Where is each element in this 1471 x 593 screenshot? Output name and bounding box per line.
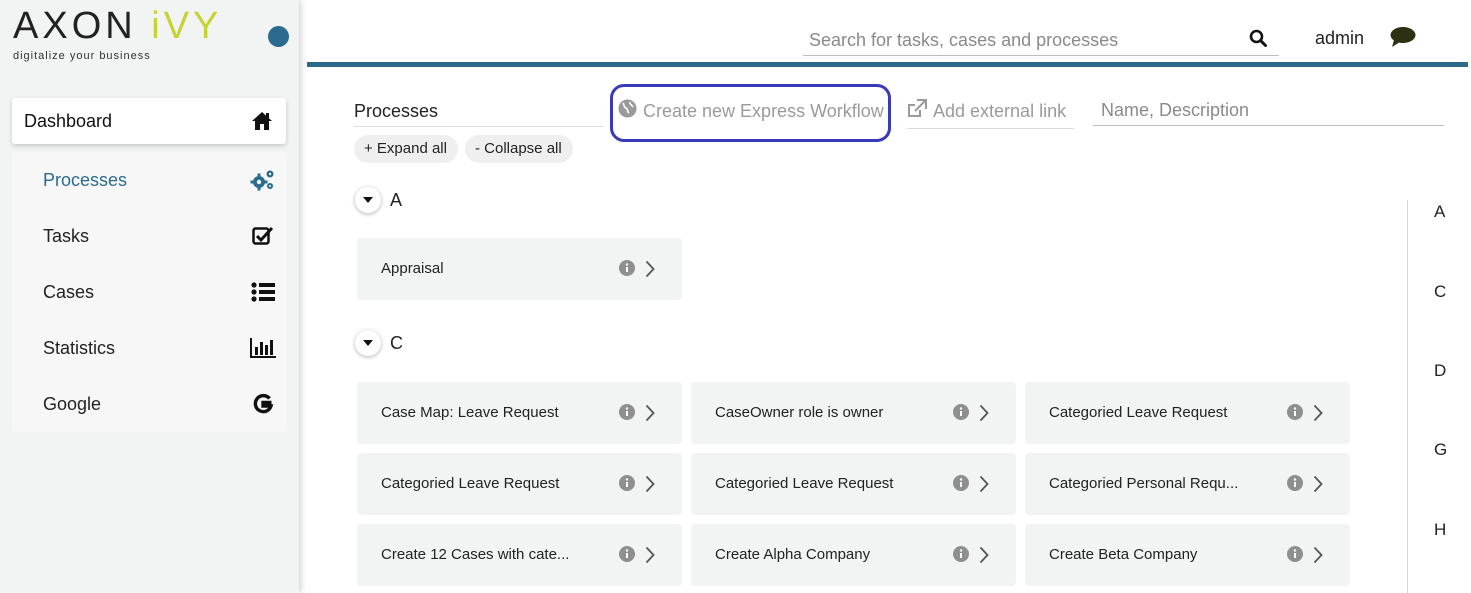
chevron-right-icon[interactable] — [979, 546, 989, 569]
chevron-right-icon[interactable] — [645, 546, 655, 569]
process-name: Categoried Leave Request — [715, 475, 894, 492]
chevron-right-icon[interactable] — [645, 475, 655, 498]
process-name: Create Beta Company — [1049, 546, 1198, 563]
chevron-right-icon[interactable] — [1313, 546, 1323, 569]
process-card[interactable]: Case Map: Leave Request — [357, 382, 682, 444]
index-letter-a[interactable]: A — [1434, 202, 1445, 222]
sidebar-item-label: Statistics — [43, 338, 116, 358]
highlight-annotation — [610, 84, 891, 142]
process-card[interactable]: Categoried Leave Request — [357, 453, 682, 515]
index-letter-g[interactable]: G — [1434, 440, 1447, 460]
process-card[interactable]: Categoried Personal Requ... — [1025, 453, 1350, 515]
header-divider — [307, 62, 1468, 67]
sidebar-item-tasks[interactable]: Tasks — [12, 208, 286, 264]
sidebar-item-label: Processes — [43, 170, 128, 190]
info-icon[interactable] — [953, 546, 969, 567]
chevron-right-icon[interactable] — [979, 404, 989, 427]
caret-down-icon — [363, 340, 373, 346]
process-filter-input[interactable] — [1093, 96, 1444, 126]
process-card[interactable]: Appraisal — [357, 238, 682, 300]
process-card[interactable]: Categoried Leave Request — [691, 453, 1016, 515]
page-title: Processes — [354, 101, 604, 127]
sidebar-item-label: Cases — [43, 282, 95, 302]
info-icon[interactable] — [1287, 475, 1303, 496]
info-icon[interactable] — [619, 475, 635, 496]
user-menu[interactable]: admin — [1315, 28, 1364, 49]
logo-accent-text: iVY — [151, 5, 223, 47]
info-icon[interactable] — [1287, 546, 1303, 567]
gears-icon — [250, 168, 276, 192]
chat-icon[interactable] — [1389, 26, 1417, 53]
group-heading-c: C — [390, 333, 403, 353]
sidebar-item-google[interactable]: Google — [12, 376, 286, 432]
info-icon[interactable] — [619, 546, 635, 567]
sidebar-item-processes[interactable]: Processes — [12, 152, 286, 208]
chevron-right-icon[interactable] — [1313, 475, 1323, 498]
process-name: Create Alpha Company — [715, 546, 871, 563]
group-toggle-c[interactable] — [355, 330, 381, 356]
index-letter-c[interactable]: C — [1434, 282, 1446, 302]
process-name: Create 12 Cases with cate... — [381, 546, 570, 563]
dashboard-button[interactable]: Dashboard — [12, 98, 286, 144]
info-icon[interactable] — [619, 404, 635, 425]
info-icon[interactable] — [1287, 404, 1303, 425]
logo-tagline: digitalize your business — [13, 50, 151, 62]
process-name: Case Map: Leave Request — [381, 404, 559, 421]
chevron-right-icon[interactable] — [645, 260, 655, 283]
process-card[interactable]: Categoried Leave Request — [1025, 382, 1350, 444]
caret-down-icon — [363, 197, 373, 203]
sidebar-toggle-dot[interactable] — [268, 26, 289, 47]
process-card[interactable]: Create Beta Company — [1025, 524, 1350, 586]
expand-all-button[interactable]: + Expand all — [354, 135, 458, 163]
add-external-link-label: Add external link — [933, 100, 1067, 121]
google-g-icon — [250, 392, 276, 416]
index-letter-d[interactable]: D — [1434, 361, 1446, 381]
global-search — [803, 24, 1279, 56]
group-toggle-a[interactable] — [355, 187, 381, 213]
checkbox-icon — [250, 224, 276, 248]
add-external-link[interactable]: Add external link — [907, 99, 1075, 129]
chevron-right-icon[interactable] — [645, 404, 655, 427]
search-icon[interactable] — [1249, 29, 1267, 52]
sidebar-item-statistics[interactable]: Statistics — [12, 320, 286, 376]
process-name: CaseOwner role is owner — [715, 404, 884, 421]
process-name: Categoried Leave Request — [1049, 404, 1228, 421]
process-card[interactable]: Create Alpha Company — [691, 524, 1016, 586]
home-icon — [251, 111, 273, 136]
logo-text: AXON — [13, 5, 152, 47]
info-icon[interactable] — [953, 475, 969, 496]
dashboard-label: Dashboard — [24, 111, 113, 131]
collapse-all-button[interactable]: - Collapse all — [465, 135, 573, 163]
chevron-right-icon[interactable] — [1313, 404, 1323, 427]
sidebar: AXON iVY digitalize your business Dashbo… — [0, 0, 299, 593]
alphabet-index-divider — [1407, 200, 1408, 593]
sidebar-item-label: Tasks — [43, 226, 90, 246]
process-card[interactable]: Create 12 Cases with cate... — [357, 524, 682, 586]
external-link-icon — [907, 99, 927, 123]
index-letter-h[interactable]: H — [1434, 520, 1446, 540]
process-card[interactable]: CaseOwner role is owner — [691, 382, 1016, 444]
info-icon[interactable] — [953, 404, 969, 425]
sidebar-menu: Processes Tasks Cases Statistics Google — [12, 152, 286, 432]
sidebar-item-cases[interactable]: Cases — [12, 264, 286, 320]
process-name: Categoried Leave Request — [381, 475, 560, 492]
list-icon — [250, 280, 276, 304]
process-name: Appraisal — [381, 260, 444, 277]
axon-ivy-logo[interactable]: AXON iVY digitalize your business — [13, 6, 222, 62]
bar-chart-icon — [250, 336, 276, 360]
info-icon[interactable] — [619, 260, 635, 281]
sidebar-item-label: Google — [43, 394, 102, 414]
process-name: Categoried Personal Requ... — [1049, 475, 1239, 492]
search-input[interactable] — [803, 24, 1251, 56]
chevron-right-icon[interactable] — [979, 475, 989, 498]
group-heading-a: A — [390, 190, 403, 210]
